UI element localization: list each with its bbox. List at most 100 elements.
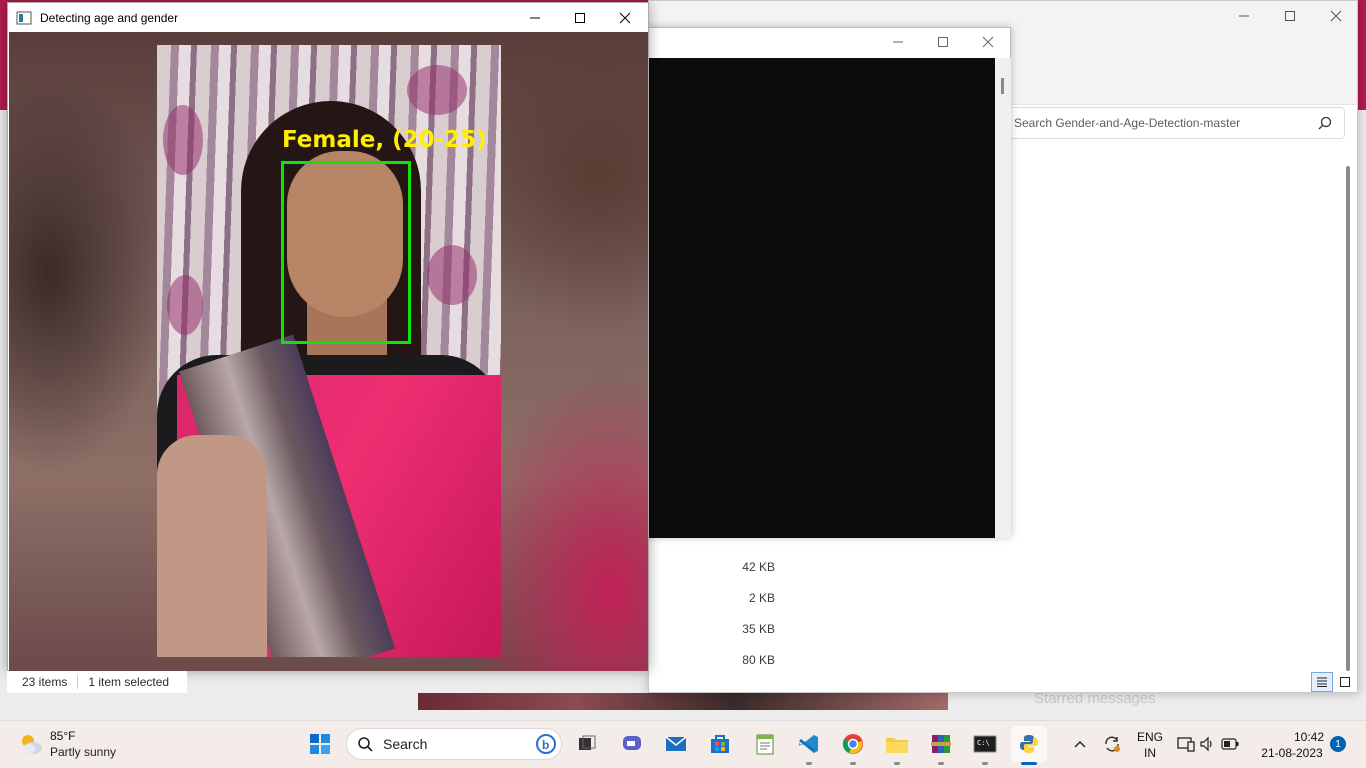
console-minimize-button[interactable] xyxy=(875,27,921,57)
maximize-icon xyxy=(938,37,948,47)
detection-window: Detecting age and gender Female, (20-25) xyxy=(7,2,649,671)
detection-image-canvas: Female, (20-25) xyxy=(9,32,648,671)
input-language-button[interactable]: ENG IN xyxy=(1132,730,1168,760)
close-icon xyxy=(982,36,994,48)
item-count: 23 items xyxy=(22,675,68,689)
search-icon xyxy=(1318,116,1332,130)
windows-logo-icon xyxy=(310,734,330,754)
clock-time: 10:42 xyxy=(1293,730,1324,744)
notepad-button[interactable] xyxy=(749,728,781,760)
python-active-indicator xyxy=(1021,762,1037,765)
console-scroll-thumb[interactable] xyxy=(1001,78,1004,94)
explorer-maximize-button[interactable] xyxy=(1267,1,1313,31)
task-view-icon xyxy=(579,735,596,750)
close-icon xyxy=(619,12,631,24)
chrome-running-indicator xyxy=(850,762,856,765)
quick-settings-button[interactable] xyxy=(1172,728,1244,760)
details-view-icon xyxy=(1317,677,1327,687)
python-app-button[interactable] xyxy=(1011,726,1047,762)
console-output-area[interactable] xyxy=(649,58,995,538)
terminal-button[interactable]: C:\ xyxy=(969,728,1001,760)
taskbar-search-box[interactable]: Search b xyxy=(346,728,562,760)
explorer-minimize-button[interactable] xyxy=(1221,1,1267,31)
display-icon xyxy=(1177,737,1195,752)
detection-minimize-button[interactable] xyxy=(512,3,558,33)
detection-close-button[interactable] xyxy=(602,3,648,33)
weather-widget[interactable] xyxy=(18,731,44,760)
status-separator xyxy=(77,675,79,689)
console-window xyxy=(628,27,1011,538)
face-bounding-box xyxy=(281,161,411,344)
vscode-icon xyxy=(799,735,818,753)
arm xyxy=(157,435,267,657)
console-scrollbar[interactable] xyxy=(995,58,1011,538)
chevron-up-icon xyxy=(1074,741,1086,748)
chat-icon xyxy=(623,736,641,750)
start-button[interactable] xyxy=(304,728,336,760)
weather-description[interactable]: Partly sunny xyxy=(50,745,116,759)
maximize-icon xyxy=(1285,11,1295,21)
background-photo-strip xyxy=(418,693,948,710)
clock-date: 21-08-2023 xyxy=(1261,746,1323,760)
battery-icon xyxy=(1221,738,1239,750)
winrar-icon xyxy=(931,735,951,753)
details-view-button[interactable] xyxy=(1311,672,1333,692)
mail-icon xyxy=(665,736,687,751)
volume-icon xyxy=(1200,736,1212,752)
minimize-icon xyxy=(1239,15,1249,17)
portrait-photo: Female, (20-25) xyxy=(157,45,501,657)
python-icon xyxy=(1020,735,1038,753)
file-explorer-button[interactable] xyxy=(881,728,913,760)
terminal-running-indicator xyxy=(982,762,988,765)
console-close-button[interactable] xyxy=(965,27,1011,57)
close-icon xyxy=(1330,10,1342,22)
notification-badge[interactable]: 1 xyxy=(1330,736,1346,752)
explorer-status-text: 23 items 1 item selected xyxy=(7,671,187,693)
svg-text:C:\: C:\ xyxy=(977,739,990,747)
explorer-search-box[interactable]: Search Gender-and-Age-Detection-master xyxy=(1007,107,1345,139)
show-hidden-icons-button[interactable] xyxy=(1064,728,1096,760)
file-size-cell: 35 KB xyxy=(742,622,775,636)
chrome-button[interactable] xyxy=(837,728,869,760)
sync-icon xyxy=(1105,736,1120,752)
console-maximize-button[interactable] xyxy=(920,27,966,57)
explorer-scrollbar[interactable] xyxy=(1346,166,1350,671)
chrome-icon xyxy=(842,734,863,754)
language-region: IN xyxy=(1144,746,1156,760)
file-size-cell: 42 KB xyxy=(742,560,775,574)
weather-temperature[interactable]: 85°F xyxy=(50,729,75,743)
explorer-search-placeholder: Search Gender-and-Age-Detection-master xyxy=(1014,116,1241,130)
explorer-running-indicator xyxy=(894,762,900,765)
detection-maximize-button[interactable] xyxy=(557,3,603,33)
partly-sunny-icon xyxy=(22,735,42,754)
bing-icon[interactable]: b xyxy=(535,733,557,755)
tiles-view-icon xyxy=(1340,677,1350,687)
tiles-view-button[interactable] xyxy=(1334,672,1356,692)
explorer-status-bar xyxy=(649,670,1357,694)
explorer-close-button[interactable] xyxy=(1313,1,1359,31)
folder-icon xyxy=(886,738,908,753)
notepad-icon xyxy=(756,734,774,755)
svg-text:b: b xyxy=(542,738,549,752)
prediction-label: Female, (20-25) xyxy=(282,127,487,153)
minimize-icon xyxy=(530,17,540,19)
search-icon xyxy=(358,737,373,752)
app-window-icon xyxy=(16,11,32,24)
sync-status-button[interactable] xyxy=(1096,728,1128,760)
vscode-running-indicator xyxy=(806,762,812,765)
taskbar-search-label: Search xyxy=(383,736,428,752)
minimize-icon xyxy=(893,41,903,43)
clock[interactable]: 10:42 21-08-2023 xyxy=(1254,730,1330,760)
file-size-cell: 80 KB xyxy=(742,653,775,667)
microsoft-store-button[interactable] xyxy=(704,728,736,760)
vscode-button[interactable] xyxy=(793,728,825,760)
mail-button[interactable] xyxy=(660,728,692,760)
teams-chat-button[interactable] xyxy=(616,728,648,760)
terminal-icon: C:\ xyxy=(973,735,997,753)
selection-count: 1 item selected xyxy=(88,675,170,689)
maximize-icon xyxy=(575,13,585,23)
file-size-cell: 2 KB xyxy=(748,591,775,605)
store-icon xyxy=(711,735,729,753)
task-view-button[interactable] xyxy=(571,728,603,760)
winrar-button[interactable] xyxy=(925,728,957,760)
